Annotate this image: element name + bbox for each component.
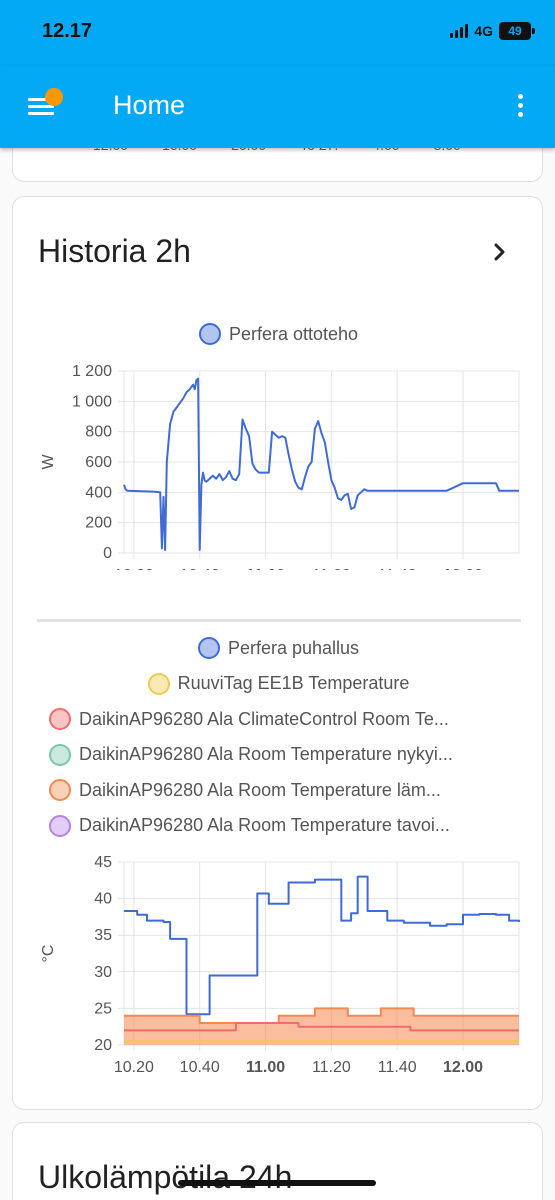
- y-tick-label: 35: [94, 927, 112, 944]
- x-tick-label: 10.20: [114, 567, 154, 570]
- history-card: Historia 2h 0 200 400 600 800 1 000 1 200 10.20…: [12, 196, 543, 1110]
- x-tick-label: 10.40: [180, 567, 220, 570]
- chart-divider: [37, 619, 521, 622]
- y-axis-label: W: [40, 454, 57, 470]
- next-card: Ulkolämpötila 24h: [12, 1122, 543, 1200]
- legend-item[interactable]: DaikinAP96280 Ala Room Temperature nykyi…: [49, 743, 519, 766]
- status-indicators: 4G 49: [450, 22, 535, 40]
- legend-item[interactable]: Perfera puhallus: [13, 637, 544, 659]
- status-time: 12.17: [42, 20, 93, 42]
- x-tick-label: 11.00: [246, 1059, 285, 1076]
- battery-icon: 49: [499, 22, 535, 40]
- app-title: Home: [113, 90, 186, 120]
- legend-dot: [49, 779, 71, 801]
- legend-label: Perfera ottoteho: [228, 323, 359, 344]
- card-title: Historia 2h: [38, 233, 191, 269]
- next-card-title: Ulkolämpötila 24h: [38, 1159, 293, 1195]
- x-tick-label: 11.20: [312, 567, 351, 570]
- y-tick-label: 200: [85, 515, 112, 532]
- y-tick-label: 30: [94, 964, 112, 981]
- legend-item[interactable]: RuuviTag EE1B Temperature: [13, 672, 544, 695]
- y-tick-label: 0: [103, 545, 112, 562]
- legend-label: DaikinAP96280 Ala Room Temperature tavoi…: [79, 815, 450, 835]
- x-tick-label: 10.20: [114, 1059, 154, 1076]
- y-tick-label: 400: [85, 484, 112, 501]
- legend-label: DaikinAP96280 Ala Room Temperature läm..…: [79, 779, 441, 800]
- x-tick-label: 11.20: [312, 1059, 351, 1076]
- legend-item[interactable]: DaikinAP96280 Ala Room Temperature tavoi…: [49, 814, 519, 837]
- y-tick-label: 25: [94, 1000, 112, 1017]
- status-bar: 12.17 4G 49: [0, 0, 555, 66]
- legend-dot: [147, 672, 170, 695]
- series-line: [124, 875, 520, 1016]
- signal-icon: [450, 24, 469, 38]
- y-tick-label: 40: [94, 891, 112, 908]
- y-tick-label: 45: [94, 854, 112, 871]
- series-line: [123, 377, 519, 551]
- legend-dot: [197, 637, 220, 659]
- legend-label: RuuviTag EE1B Temperature: [177, 673, 410, 693]
- legend-dot: [49, 708, 71, 730]
- network-type: 4G: [474, 23, 493, 39]
- legend-label: Perfera puhallus: [227, 637, 360, 658]
- x-tick-label: 11.40: [378, 567, 417, 570]
- temperature-chart: 20 25 30 35 40 45 10.20 10.40 11.00 11.20 11.40 12.…: [40, 854, 520, 1076]
- y-tick-label: 600: [85, 454, 112, 471]
- legend-dot: [198, 323, 221, 345]
- x-tick-label: 11.00: [246, 567, 285, 570]
- legend-item[interactable]: Perfera ottoteho: [13, 323, 544, 345]
- y-axis-label: °C: [40, 945, 57, 963]
- y-tick-label: 1 000: [72, 393, 112, 410]
- legend-item[interactable]: DaikinAP96280 Ala Room Temperature läm..…: [49, 779, 519, 801]
- x-tick-label: 12.00: [443, 567, 483, 570]
- x-tick-label: 10.40: [180, 1059, 220, 1076]
- home-indicator[interactable]: [178, 1180, 376, 1186]
- legend-dot: [49, 743, 71, 766]
- legend-label: DaikinAP96280 Ala ClimateControl Room Te…: [79, 708, 449, 729]
- chevron-right-icon[interactable]: [490, 241, 510, 263]
- x-tick-label: 12.00: [443, 1059, 483, 1076]
- legend-dot: [49, 814, 71, 837]
- power-chart: 0 200 400 600 800 1 000 1 200 10.20 10.40 11.00 11…: [40, 363, 520, 570]
- legend-item[interactable]: DaikinAP96280 Ala ClimateControl Room Te…: [49, 708, 519, 730]
- app-bar: Home: [0, 66, 555, 148]
- y-tick-label: 800: [85, 424, 112, 441]
- y-tick-label: 1 200: [72, 363, 112, 380]
- x-tick-label: 11.40: [378, 1059, 417, 1076]
- battery-level: 49: [508, 24, 522, 38]
- notification-badge: [45, 88, 63, 106]
- y-tick-label: 20: [94, 1037, 112, 1054]
- legend-label: DaikinAP96280 Ala Room Temperature nykyi…: [79, 744, 453, 764]
- overflow-menu-icon[interactable]: [515, 94, 525, 120]
